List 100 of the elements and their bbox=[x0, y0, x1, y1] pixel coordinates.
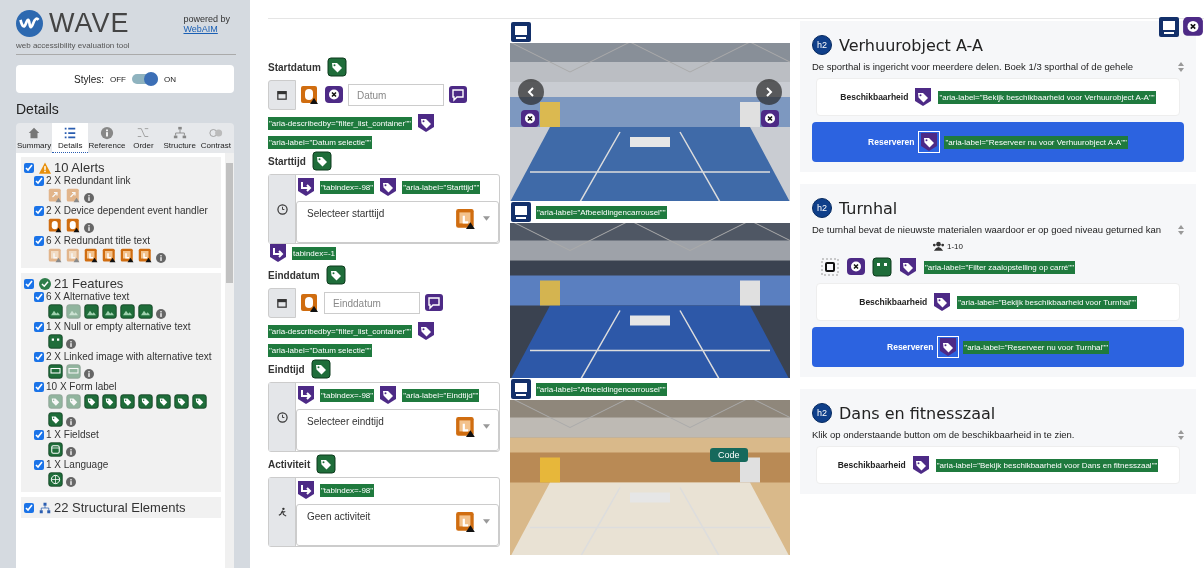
webaim-link[interactable]: WebAIM bbox=[183, 23, 230, 34]
figure-icon[interactable] bbox=[510, 378, 532, 400]
panel-tab[interactable]: Summary bbox=[16, 123, 53, 153]
image-icon[interactable] bbox=[120, 304, 135, 319]
link-warning-icon[interactable] bbox=[66, 188, 81, 203]
info-icon[interactable] bbox=[66, 447, 76, 457]
link-warning-icon[interactable] bbox=[48, 188, 63, 203]
speech-bubble-icon[interactable] bbox=[424, 293, 444, 313]
form-label-icon[interactable] bbox=[48, 412, 63, 427]
info-icon[interactable] bbox=[66, 477, 76, 487]
hand-warning-icon[interactable] bbox=[102, 248, 117, 263]
category-checkbox[interactable] bbox=[24, 502, 34, 513]
aria-label-icon[interactable] bbox=[415, 113, 436, 133]
image-icon[interactable] bbox=[872, 257, 892, 277]
form-label-icon[interactable] bbox=[310, 359, 331, 379]
panel-tab[interactable]: Order bbox=[125, 123, 162, 153]
item-checkbox[interactable] bbox=[34, 351, 44, 362]
mouse-warning-icon[interactable] bbox=[300, 293, 320, 313]
form-label-icon[interactable] bbox=[102, 394, 117, 409]
empty-image-icon[interactable] bbox=[48, 334, 63, 349]
form-label-icon[interactable] bbox=[84, 394, 99, 409]
form-label-icon[interactable] bbox=[316, 454, 337, 474]
reserve-button[interactable]: Reserveren "aria-label="Reserveer nu voor Turnhal"" bbox=[812, 327, 1184, 367]
time-select[interactable]: Geen activiteit bbox=[296, 504, 499, 546]
tabindex-icon[interactable] bbox=[296, 385, 316, 405]
tabindex-icon[interactable] bbox=[296, 480, 316, 500]
aria-label-icon[interactable] bbox=[378, 385, 399, 405]
linked-image-icon[interactable] bbox=[48, 364, 63, 379]
aria-label-icon[interactable] bbox=[938, 337, 959, 357]
tabindex-icon[interactable] bbox=[268, 243, 288, 263]
info-icon[interactable] bbox=[84, 369, 94, 379]
mouse-warning-icon[interactable] bbox=[66, 218, 81, 233]
info-icon[interactable] bbox=[156, 253, 166, 263]
form-label-icon[interactable] bbox=[326, 57, 347, 77]
image-icon[interactable] bbox=[138, 304, 153, 319]
aria-label-icon[interactable] bbox=[919, 132, 940, 152]
aria-label-icon[interactable] bbox=[932, 292, 953, 312]
availability-button[interactable]: Beschikbaarheid "aria-label="Bekijk beschikbaarheid voor Turnhal"" bbox=[816, 283, 1180, 321]
panel-tab[interactable]: Structure bbox=[161, 123, 198, 153]
availability-button[interactable]: Beschikbaarheid "aria-label="Bekijk beschikbaarheid voor Verhuurobject A-A"" bbox=[816, 78, 1180, 116]
form-label-icon[interactable] bbox=[192, 394, 207, 409]
scrollbar-thumb[interactable] bbox=[226, 163, 233, 283]
item-checkbox[interactable] bbox=[34, 175, 44, 186]
info-icon[interactable] bbox=[156, 309, 166, 319]
hand-warning-icon[interactable] bbox=[455, 511, 477, 533]
date-input[interactable]: Einddatum bbox=[324, 292, 420, 314]
item-checkbox[interactable] bbox=[34, 459, 44, 470]
form-label-icon[interactable] bbox=[120, 394, 135, 409]
x-bubble-icon[interactable] bbox=[324, 85, 344, 105]
item-checkbox[interactable] bbox=[34, 291, 44, 302]
hand-warning-icon[interactable] bbox=[84, 248, 99, 263]
code-badge[interactable]: Code bbox=[710, 448, 748, 462]
x-bubble-icon[interactable] bbox=[520, 109, 540, 129]
form-label-icon[interactable] bbox=[311, 151, 332, 171]
item-checkbox[interactable] bbox=[34, 321, 44, 332]
mouse-warning-icon[interactable] bbox=[48, 218, 63, 233]
item-checkbox[interactable] bbox=[34, 429, 44, 440]
scroll-arrows-icon[interactable] bbox=[1178, 61, 1184, 72]
aria-label-icon[interactable] bbox=[913, 87, 934, 107]
item-checkbox[interactable] bbox=[34, 381, 44, 392]
globe-icon[interactable] bbox=[48, 472, 63, 487]
figure-icon[interactable] bbox=[510, 21, 532, 43]
panel-tab[interactable]: Contrast bbox=[197, 123, 234, 153]
hand-warning-icon[interactable] bbox=[455, 208, 477, 230]
panel-tab[interactable]: Reference bbox=[88, 123, 126, 153]
reserve-button[interactable]: Reserveren "aria-label="Reserveer nu voor Verhuurobject A-A"" bbox=[812, 122, 1184, 162]
figure-icon[interactable] bbox=[1158, 16, 1180, 38]
form-label-icon[interactable] bbox=[174, 394, 189, 409]
calendar-button[interactable] bbox=[268, 288, 296, 318]
time-select[interactable]: Selecteer eindtijd bbox=[296, 409, 499, 451]
item-checkbox[interactable] bbox=[34, 205, 44, 216]
x-bubble-icon[interactable] bbox=[846, 257, 866, 277]
x-bubble-icon[interactable] bbox=[760, 109, 780, 129]
info-icon[interactable] bbox=[66, 417, 76, 427]
scroll-arrows-icon[interactable] bbox=[1178, 224, 1184, 235]
aria-label-icon[interactable] bbox=[378, 177, 399, 197]
styles-toggle[interactable] bbox=[132, 74, 158, 84]
image-icon[interactable] bbox=[84, 304, 99, 319]
x-bubble-icon[interactable] bbox=[1182, 16, 1204, 38]
form-label-icon[interactable] bbox=[325, 265, 346, 285]
hand-warning-icon[interactable] bbox=[120, 248, 135, 263]
calendar-button[interactable] bbox=[268, 80, 296, 110]
panel-tab[interactable]: Details bbox=[52, 123, 89, 153]
fieldset-icon[interactable] bbox=[48, 442, 63, 457]
availability-button[interactable]: Beschikbaarheid "aria-label="Bekijk beschikbaarheid voor Dans en fitnesszaal"" bbox=[816, 446, 1180, 484]
category-checkbox[interactable] bbox=[24, 278, 34, 289]
image-icon[interactable] bbox=[48, 304, 63, 319]
aria-label-icon[interactable] bbox=[898, 257, 918, 277]
time-select[interactable]: Selecteer starttijd bbox=[296, 201, 499, 243]
image-icon[interactable] bbox=[102, 304, 117, 319]
info-icon[interactable] bbox=[84, 223, 94, 233]
hand-warning-icon[interactable] bbox=[138, 248, 153, 263]
info-icon[interactable] bbox=[84, 193, 94, 203]
form-label-icon[interactable] bbox=[138, 394, 153, 409]
form-label-icon[interactable] bbox=[156, 394, 171, 409]
region-icon[interactable] bbox=[820, 257, 840, 277]
scroll-arrows-icon[interactable] bbox=[1178, 429, 1184, 440]
tabindex-icon[interactable] bbox=[296, 177, 316, 197]
item-checkbox[interactable] bbox=[34, 235, 44, 246]
aria-label-icon[interactable] bbox=[415, 321, 436, 341]
